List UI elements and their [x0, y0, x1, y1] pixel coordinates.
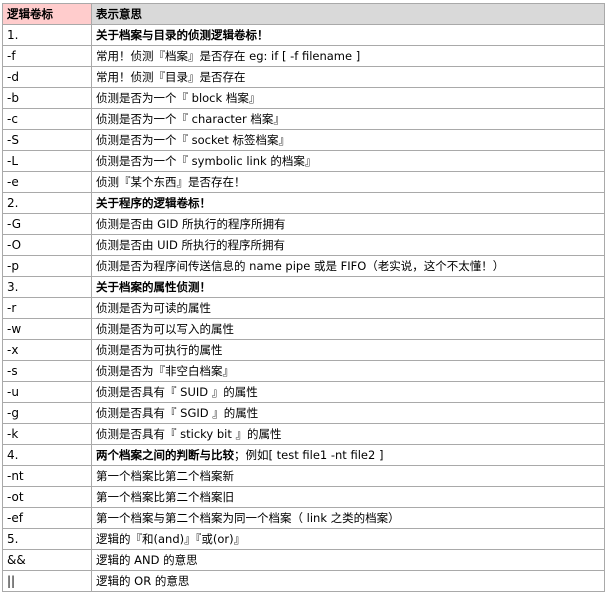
table-row: -g 侦测是否具有『 SGID 』的属性 — [2, 402, 605, 424]
meaning-cell: 侦测是否为一个『 character 档案』 — [91, 108, 605, 130]
operator-cell: -e — [2, 171, 92, 193]
meaning-cell: 第一个档案比第二个档案新 — [91, 465, 605, 487]
meaning-cell: 侦测是否为一个『 block 档案』 — [91, 87, 605, 109]
meaning-cell: 侦测是否为可读的属性 — [91, 297, 605, 319]
meaning-cell: 关于程序的逻辑卷标！ — [91, 192, 605, 214]
table-row: -x 侦测是否为可执行的属性 — [2, 339, 605, 361]
table-row: 3. 关于档案的属性侦测！ — [2, 276, 605, 298]
operator-cell: -p — [2, 255, 92, 277]
meaning-cell: 侦测是否为『非空白档案』 — [91, 360, 605, 382]
meaning-cell: 关于档案的属性侦测！ — [91, 276, 605, 298]
table-row: -O 侦测是否由 UID 所执行的程序所拥有 — [2, 234, 605, 256]
operator-cell: 3. — [2, 276, 92, 298]
table-row: -b 侦测是否为一个『 block 档案』 — [2, 87, 605, 109]
meaning-cell: 侦测是否为一个『 symbolic link 的档案』 — [91, 150, 605, 172]
table-row: -e 侦测『某个东西』是否存在！ — [2, 171, 605, 193]
header-meaning: 表示意思 — [91, 3, 605, 25]
operator-cell: -f — [2, 45, 92, 67]
operator-cell: -nt — [2, 465, 92, 487]
table-row: -f 常用！侦测『档案』是否存在 eg: if [ -f filename ] — [2, 45, 605, 67]
table-row: && 逻辑的 AND 的意思 — [2, 549, 605, 571]
operator-cell: 5. — [2, 528, 92, 550]
table-row: 5. 逻辑的『和(and)』『或(or)』 — [2, 528, 605, 550]
operator-cell: -d — [2, 66, 92, 88]
operator-cell: -s — [2, 360, 92, 382]
meaning-cell: 逻辑的 AND 的意思 — [91, 549, 605, 571]
meaning-cell: 侦测是否具有『 SUID 』的属性 — [91, 381, 605, 403]
operator-cell: -g — [2, 402, 92, 424]
meaning-cell: 侦测是否具有『 sticky bit 』的属性 — [91, 423, 605, 445]
operator-cell: -G — [2, 213, 92, 235]
meaning-cell: 侦测是否由 UID 所执行的程序所拥有 — [91, 234, 605, 256]
meaning-cell: 第一个档案与第二个档案为同一个档案（ link 之类的档案） — [91, 507, 605, 529]
operator-cell: -b — [2, 87, 92, 109]
meaning-cell: 侦测是否为一个『 socket 标签档案』 — [91, 129, 605, 151]
table-row: -G 侦测是否由 GID 所执行的程序所拥有 — [2, 213, 605, 235]
table-row: || 逻辑的 OR 的意思 — [2, 570, 605, 592]
meaning-rest-text: ；例如[ test file1 -nt file2 ] — [234, 448, 384, 462]
operator-cell: 1. — [2, 24, 92, 46]
meaning-cell: 逻辑的『和(and)』『或(or)』 — [91, 528, 605, 550]
meaning-cell: 常用！侦测『档案』是否存在 eg: if [ -f filename ] — [91, 45, 605, 67]
table-row: 2. 关于程序的逻辑卷标！ — [2, 192, 605, 214]
table-row: -c 侦测是否为一个『 character 档案』 — [2, 108, 605, 130]
operator-cell: -k — [2, 423, 92, 445]
meaning-cell: 侦测是否为程序间传送信息的 name pipe 或是 FIFO（老实说，这个不太… — [91, 255, 605, 277]
table-row: -p 侦测是否为程序间传送信息的 name pipe 或是 FIFO（老实说，这个… — [2, 255, 605, 277]
table-body: 1. 关于档案与目录的侦测逻辑卷标！ -f 常用！侦测『档案』是否存在 eg: if … — [2, 24, 605, 592]
operator-cell: 2. — [2, 192, 92, 214]
operator-cell: || — [2, 570, 92, 592]
meaning-cell: 侦测是否为可执行的属性 — [91, 339, 605, 361]
table-row: -w 侦测是否为可以写入的属性 — [2, 318, 605, 340]
meaning-cell: 侦测是否具有『 SGID 』的属性 — [91, 402, 605, 424]
table-row: 4. 两个档案之间的判断与比较；例如[ test file1 -nt file2 … — [2, 444, 605, 466]
meaning-cell: 关于档案与目录的侦测逻辑卷标！ — [91, 24, 605, 46]
meaning-cell: 常用！侦测『目录』是否存在 — [91, 66, 605, 88]
header-row: 逻辑卷标 表示意思 — [2, 3, 605, 25]
table-row: -S 侦测是否为一个『 socket 标签档案』 — [2, 129, 605, 151]
operator-cell: -O — [2, 234, 92, 256]
table-row: 1. 关于档案与目录的侦测逻辑卷标！ — [2, 24, 605, 46]
meaning-cell: 第一个档案比第二个档案旧 — [91, 486, 605, 508]
table-row: -nt 第一个档案比第二个档案新 — [2, 465, 605, 487]
table-row: -L 侦测是否为一个『 symbolic link 的档案』 — [2, 150, 605, 172]
operator-cell: -ef — [2, 507, 92, 529]
table-row: -k 侦测是否具有『 sticky bit 』的属性 — [2, 423, 605, 445]
meaning-cell: 侦测『某个东西』是否存在！ — [91, 171, 605, 193]
operator-cell: && — [2, 549, 92, 571]
header-operator: 逻辑卷标 — [2, 3, 92, 25]
operator-cell: -L — [2, 150, 92, 172]
operator-cell: -S — [2, 129, 92, 151]
table-row: -ot 第一个档案比第二个档案旧 — [2, 486, 605, 508]
operator-cell: -w — [2, 318, 92, 340]
table-row: -r 侦测是否为可读的属性 — [2, 297, 605, 319]
meaning-cell: 侦测是否由 GID 所执行的程序所拥有 — [91, 213, 605, 235]
operator-cell: -c — [2, 108, 92, 130]
table-row: -s 侦测是否为『非空白档案』 — [2, 360, 605, 382]
operator-cell: -u — [2, 381, 92, 403]
operator-cell: -x — [2, 339, 92, 361]
meaning-bold-text: 两个档案之间的判断与比较 — [96, 448, 234, 462]
operator-cell: -r — [2, 297, 92, 319]
table-row: -u 侦测是否具有『 SUID 』的属性 — [2, 381, 605, 403]
table-row: -d 常用！侦测『目录』是否存在 — [2, 66, 605, 88]
table-row: -ef 第一个档案与第二个档案为同一个档案（ link 之类的档案） — [2, 507, 605, 529]
meaning-cell: 两个档案之间的判断与比较；例如[ test file1 -nt file2 ] — [91, 444, 605, 466]
operator-cell: 4. — [2, 444, 92, 466]
operators-table: 逻辑卷标 表示意思 1. 关于档案与目录的侦测逻辑卷标！ -f 常用！侦测『档案』是否… — [2, 3, 605, 592]
meaning-cell: 侦测是否为可以写入的属性 — [91, 318, 605, 340]
operator-cell: -ot — [2, 486, 92, 508]
meaning-cell: 逻辑的 OR 的意思 — [91, 570, 605, 592]
